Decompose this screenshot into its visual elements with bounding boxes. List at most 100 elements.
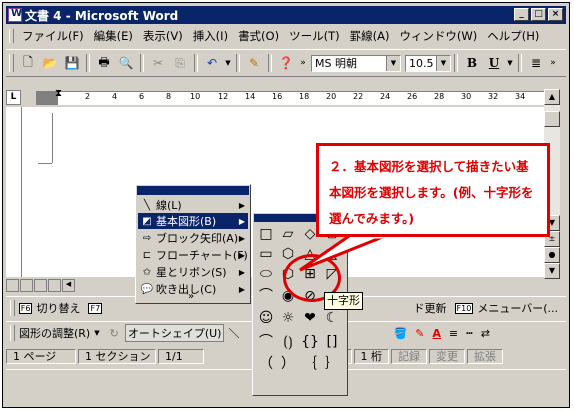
help-icon[interactable]: ❓ bbox=[276, 53, 296, 73]
word-app-icon[interactable] bbox=[8, 8, 22, 22]
shape-brace-pair-icon[interactable]: {} bbox=[301, 333, 319, 351]
outline-view-icon[interactable] bbox=[48, 279, 61, 292]
toolbar-grip[interactable] bbox=[9, 54, 14, 72]
shape-rounded-rect-icon[interactable]: ▭ bbox=[257, 245, 275, 263]
font-size-combo[interactable]: 10.5 ▼ bbox=[405, 54, 451, 72]
toolbar-more-icon[interactable]: » bbox=[548, 53, 558, 73]
shape-bracket-icon[interactable]: [] bbox=[323, 333, 341, 351]
close-button[interactable]: × bbox=[548, 8, 563, 21]
margin-mark bbox=[38, 163, 52, 165]
dash-style-icon[interactable]: ┅ bbox=[466, 327, 473, 340]
shape-right-paren-icon[interactable]: ） bbox=[279, 355, 297, 373]
undo-icon[interactable]: ↶ bbox=[202, 53, 222, 73]
chevron-down-icon[interactable]: ▼ bbox=[436, 55, 450, 71]
select-objects-icon[interactable]: ↻ bbox=[110, 327, 119, 340]
menu-file[interactable]: ファイル(F) bbox=[17, 28, 89, 44]
shape-moon-icon[interactable]: ☾ bbox=[323, 309, 341, 327]
line-color-icon[interactable]: ✎ bbox=[415, 327, 424, 340]
indent-marker-icon[interactable]: ⧗ bbox=[55, 88, 62, 99]
menu-view[interactable]: 表示(V) bbox=[138, 28, 188, 44]
autoshape-item-basic-shapes[interactable]: ◩ 基本図形(B) ▶ bbox=[138, 213, 248, 229]
scroll-up-icon[interactable]: ▲ bbox=[544, 89, 560, 105]
fkey-f8[interactable]: F8ド更新 bbox=[414, 300, 447, 316]
callout-icon: 💬 bbox=[140, 283, 154, 295]
shape-can-icon[interactable]: ⌒ bbox=[257, 287, 275, 305]
fkey-f7[interactable]: F7 bbox=[88, 302, 106, 314]
adjust-shapes-button[interactable]: 図形の調整(R) bbox=[19, 325, 90, 341]
bold-button[interactable]: B bbox=[462, 53, 482, 73]
save-icon[interactable]: 💾 bbox=[62, 53, 82, 73]
print-view-icon[interactable] bbox=[34, 279, 47, 292]
menu-expand-icon[interactable]: » bbox=[188, 291, 194, 302]
menu-grip[interactable] bbox=[9, 29, 14, 43]
arrow-style-icon[interactable]: ⇄ bbox=[481, 327, 490, 340]
autoshape-button[interactable]: オートシェイプ(U) bbox=[124, 324, 225, 342]
shape-right-brace-icon[interactable]: ｝ bbox=[323, 355, 341, 373]
chevron-down-icon[interactable]: ▼ bbox=[94, 329, 99, 337]
shape-sun-icon[interactable]: ☼ bbox=[279, 309, 297, 327]
ruler-tick: 10 bbox=[190, 92, 201, 101]
print-preview-icon[interactable]: 🔍 bbox=[116, 53, 136, 73]
font-size-value: 10.5 bbox=[409, 56, 434, 70]
chevron-down-icon[interactable]: ▼ bbox=[386, 55, 400, 71]
shape-left-brace-icon[interactable]: ｛ bbox=[301, 355, 319, 373]
drawing-toolbar-icon[interactable]: ✎ bbox=[244, 53, 264, 73]
shape-arc-icon[interactable]: ⌒ bbox=[257, 333, 275, 351]
font-name-combo[interactable]: MS 明朝 ▼ bbox=[311, 54, 401, 72]
status-record[interactable]: 記録 bbox=[391, 348, 427, 364]
scroll-left-icon[interactable]: ◀ bbox=[62, 279, 75, 292]
menu-help[interactable]: ヘルプ(H) bbox=[482, 28, 544, 44]
maximize-button[interactable]: □ bbox=[531, 8, 546, 21]
autoshape-item-block-arrows[interactable]: ⇨ ブロック矢印(A) ▶ bbox=[138, 230, 248, 246]
shape-rectangle-icon[interactable]: □ bbox=[257, 225, 275, 243]
autoshape-item-flowchart[interactable]: ⊏ フローチャート(F) ▶ bbox=[138, 247, 248, 263]
shape-bracket-pair-icon[interactable]: ⟮⟯ bbox=[279, 333, 297, 351]
drawbar-grip[interactable] bbox=[10, 325, 15, 341]
fkey-text: 切り替え bbox=[36, 302, 81, 315]
next-page-icon[interactable]: ▼ bbox=[544, 263, 560, 279]
undo-dropdown-icon[interactable]: ▼ bbox=[224, 53, 232, 73]
normal-view-icon[interactable] bbox=[6, 279, 19, 292]
margin-mark bbox=[52, 113, 54, 163]
menu-tools[interactable]: ツール(T) bbox=[284, 28, 345, 44]
shape-smiley-icon[interactable]: ☺ bbox=[257, 309, 275, 327]
horizontal-ruler[interactable]: L ⧗ 2 4 6 8 10 12 14 16 18 20 22 24 26 2… bbox=[6, 88, 546, 107]
align-left-icon[interactable]: ≣ bbox=[526, 53, 546, 73]
web-view-icon[interactable] bbox=[20, 279, 33, 292]
shape-left-paren-icon[interactable]: （ bbox=[257, 355, 275, 373]
copy-icon[interactable]: ⎘ bbox=[170, 53, 190, 73]
underline-dropdown-icon[interactable]: ▼ bbox=[506, 53, 514, 73]
status-track-changes[interactable]: 変更 bbox=[429, 348, 465, 364]
ruler-tick: 28 bbox=[434, 92, 445, 101]
tab-selector[interactable]: L bbox=[6, 90, 21, 105]
toolbar-options-icon[interactable]: » bbox=[298, 53, 308, 73]
menu-table[interactable]: 罫線(A) bbox=[345, 28, 395, 44]
browse-object-icon[interactable]: ● bbox=[544, 247, 560, 263]
block-arrow-icon: ⇨ bbox=[142, 232, 152, 244]
line-style-icon[interactable]: ≡ bbox=[449, 327, 458, 340]
fkey-f6[interactable]: F6 切り替え bbox=[18, 300, 81, 316]
shape-oval-icon[interactable]: ⬭ bbox=[257, 265, 275, 283]
scroll-thumb[interactable] bbox=[544, 111, 560, 127]
menu-format[interactable]: 書式(O) bbox=[233, 28, 284, 44]
cut-icon[interactable]: ✂ bbox=[148, 53, 168, 73]
new-document-icon[interactable]: 🗋 bbox=[18, 53, 38, 73]
menu-edit[interactable]: 編集(E) bbox=[89, 28, 138, 44]
menu-window[interactable]: ウィンドウ(W) bbox=[394, 28, 482, 44]
fill-color-icon[interactable]: 🪣 bbox=[393, 327, 407, 340]
minimize-button[interactable]: _ bbox=[514, 8, 529, 21]
vertical-ruler[interactable] bbox=[6, 107, 22, 277]
open-folder-icon[interactable]: 📂 bbox=[40, 53, 60, 73]
underline-button[interactable]: U bbox=[484, 53, 504, 73]
font-color-icon[interactable]: A bbox=[432, 327, 441, 340]
menu-insert[interactable]: 挿入(I) bbox=[188, 28, 233, 44]
print-icon[interactable]: 🖶 bbox=[94, 53, 114, 73]
fkeybar-grip[interactable] bbox=[10, 300, 15, 316]
shape-heart-icon[interactable]: ❤ bbox=[301, 309, 319, 327]
status-extend[interactable]: 拡張 bbox=[467, 348, 503, 364]
autoshape-item-lines[interactable]: ╲ 線(L) ▶ bbox=[138, 197, 248, 213]
fkey-f10[interactable]: F10 メニューバー(... bbox=[454, 300, 558, 316]
line-tool-icon[interactable]: ＼ bbox=[228, 325, 239, 341]
autoshape-item-stars[interactable]: ✩ 星とリボン(S) ▶ bbox=[138, 264, 248, 280]
menu-title-bar[interactable] bbox=[137, 186, 249, 195]
